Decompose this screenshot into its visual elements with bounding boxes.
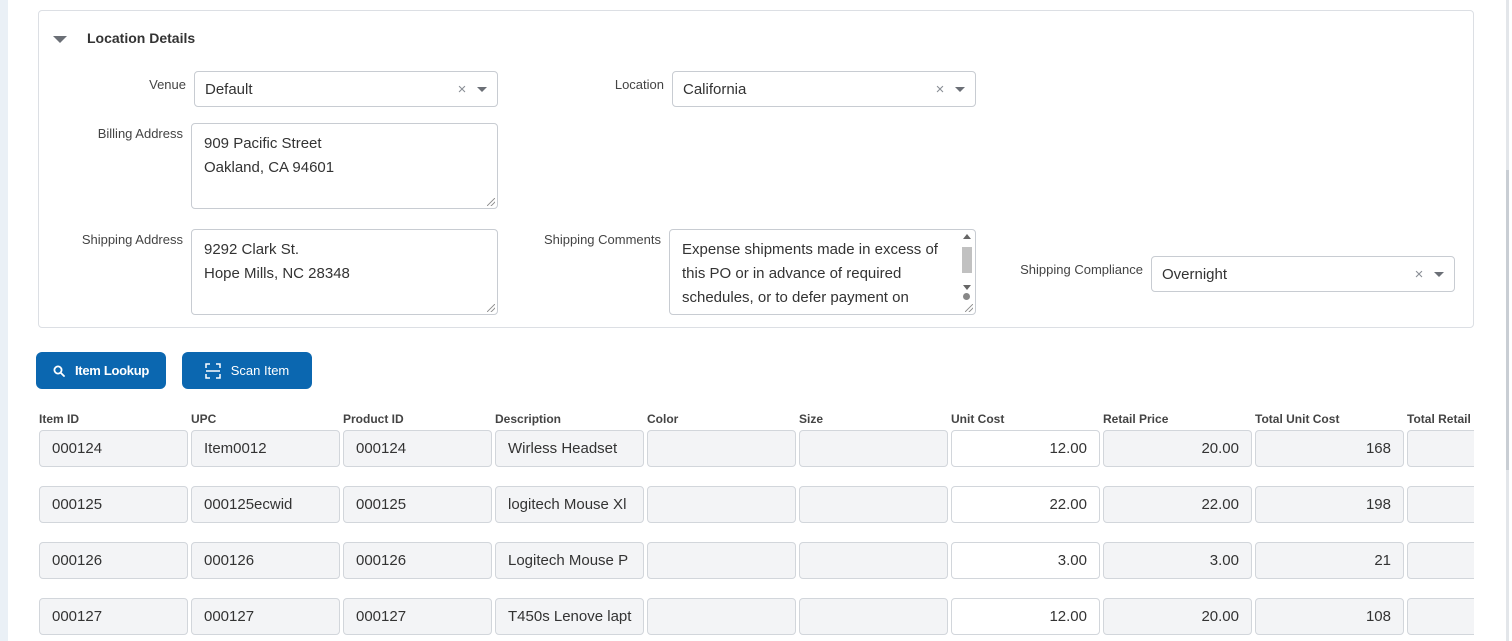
cell-retail-price: 22.00 bbox=[1103, 486, 1252, 523]
page: Location Details Venue Default × Locatio… bbox=[8, 0, 1498, 641]
cell-product-id: 000127 bbox=[343, 598, 492, 635]
cell-total-unit-cost: 168 bbox=[1255, 430, 1404, 467]
billing-address-label: Billing Address bbox=[97, 126, 183, 141]
scan-item-label: Scan Item bbox=[230, 363, 290, 378]
venue-clear-icon[interactable]: × bbox=[455, 81, 469, 98]
textarea-scrollbar[interactable] bbox=[960, 231, 974, 313]
cell-retail-price: 3.00 bbox=[1103, 542, 1252, 579]
scroll-thumb[interactable] bbox=[962, 247, 972, 273]
shipping-comments-label: Shipping Comments bbox=[543, 232, 661, 247]
location-select[interactable]: California × bbox=[672, 71, 976, 107]
cell-item-id: 000127 bbox=[39, 598, 188, 635]
search-icon bbox=[53, 365, 65, 377]
billing-address-line-2: Oakland, CA 94601 bbox=[204, 159, 335, 176]
cell-product-id: 000125 bbox=[343, 486, 492, 523]
cell-total-unit-cost: 108 bbox=[1255, 598, 1404, 635]
shipping-address-line-2: Hope Mills, NC 28348 bbox=[204, 265, 350, 282]
location-value: California bbox=[683, 80, 747, 98]
scroll-up-icon[interactable] bbox=[963, 234, 971, 239]
resize-handle-icon[interactable] bbox=[487, 304, 495, 312]
items-grid: 000124 Item0012 000124 Wirless Headset 1… bbox=[38, 404, 1474, 641]
billing-address-textarea[interactable]: 909 Pacific Street Oakland, CA 94601 bbox=[191, 123, 498, 209]
cell-upc: 000126 bbox=[191, 542, 340, 579]
location-clear-icon[interactable]: × bbox=[933, 81, 947, 98]
cell-total-unit-cost: 21 bbox=[1255, 542, 1404, 579]
scan-item-button[interactable]: Scan Item bbox=[182, 352, 312, 389]
cell-retail-price: 20.00 bbox=[1103, 430, 1252, 467]
scrollbar-thumb[interactable] bbox=[1506, 170, 1509, 470]
caret-down-icon[interactable] bbox=[53, 35, 67, 43]
cell-color bbox=[647, 430, 796, 467]
cell-upc: 000127 bbox=[191, 598, 340, 635]
cell-product-id: 000126 bbox=[343, 542, 492, 579]
location-label: Location bbox=[614, 77, 664, 92]
cell-unit-cost-input[interactable]: 12.00 bbox=[951, 598, 1100, 635]
cell-description: Wirless Headset bbox=[495, 430, 644, 467]
cell-item-id: 000126 bbox=[39, 542, 188, 579]
shipping-comments-line-3: schedules, or to defer payment on bbox=[682, 289, 909, 306]
cell-total-unit-cost: 198 bbox=[1255, 486, 1404, 523]
cell-upc: Item0012 bbox=[191, 430, 340, 467]
cell-item-id: 000125 bbox=[39, 486, 188, 523]
cell-product-id: 000124 bbox=[343, 430, 492, 467]
shipping-address-textarea[interactable]: 9292 Clark St. Hope Mills, NC 28348 bbox=[191, 229, 498, 315]
page-scrollbar[interactable] bbox=[1498, 0, 1512, 641]
shipping-comments-textarea[interactable]: Expense shipments made in excess of this… bbox=[669, 229, 976, 315]
cell-size bbox=[799, 486, 948, 523]
location-chevron-down-icon[interactable] bbox=[955, 86, 965, 92]
shipping-compliance-clear-icon[interactable]: × bbox=[1412, 266, 1426, 283]
resize-handle-icon[interactable] bbox=[965, 304, 973, 312]
cell-size bbox=[799, 542, 948, 579]
item-lookup-button[interactable]: Item Lookup bbox=[36, 352, 166, 389]
cell-unit-cost-input[interactable]: 22.00 bbox=[951, 486, 1100, 523]
venue-label: Venue bbox=[149, 77, 186, 92]
shipping-address-label: Shipping Address bbox=[81, 232, 183, 247]
venue-select[interactable]: Default × bbox=[194, 71, 498, 107]
cell-description: Logitech Mouse P bbox=[495, 542, 644, 579]
scroll-down-icon[interactable] bbox=[963, 285, 971, 290]
shipping-comments-line-2: this PO or in advance of required bbox=[682, 265, 902, 282]
cell-unit-cost-input[interactable]: 12.00 bbox=[951, 430, 1100, 467]
cell-upc: 000125ecwid bbox=[191, 486, 340, 523]
scan-icon bbox=[204, 362, 221, 379]
panel-title: Location Details bbox=[87, 30, 196, 46]
cell-color bbox=[647, 486, 796, 523]
scroll-dot-icon bbox=[963, 293, 970, 300]
shipping-compliance-value: Overnight bbox=[1162, 265, 1228, 283]
cell-total-retail bbox=[1407, 598, 1474, 635]
shipping-compliance-chevron-down-icon[interactable] bbox=[1434, 271, 1444, 277]
cell-retail-price: 20.00 bbox=[1103, 598, 1252, 635]
shipping-address-line-1: 9292 Clark St. bbox=[204, 241, 300, 258]
shipping-comments-line-1: Expense shipments made in excess of bbox=[682, 241, 938, 258]
cell-total-retail bbox=[1407, 542, 1474, 579]
venue-chevron-down-icon[interactable] bbox=[477, 86, 487, 92]
venue-value: Default bbox=[205, 80, 253, 98]
item-lookup-label: Item Lookup bbox=[75, 363, 149, 378]
cell-item-id: 000124 bbox=[39, 430, 188, 467]
cell-total-retail bbox=[1407, 486, 1474, 523]
resize-handle-icon[interactable] bbox=[487, 198, 495, 206]
cell-total-retail bbox=[1407, 430, 1474, 467]
cell-color bbox=[647, 598, 796, 635]
billing-address-line-1: 909 Pacific Street bbox=[204, 135, 322, 152]
cell-description: T450s Lenove lapt bbox=[495, 598, 644, 635]
cell-size bbox=[799, 430, 948, 467]
shipping-compliance-select[interactable]: Overnight × bbox=[1151, 256, 1455, 292]
cell-unit-cost-input[interactable]: 3.00 bbox=[951, 542, 1100, 579]
cell-color bbox=[647, 542, 796, 579]
shipping-compliance-label: Shipping Compliance bbox=[1020, 262, 1143, 277]
cell-size bbox=[799, 598, 948, 635]
panel-header[interactable]: Location Details bbox=[53, 29, 195, 47]
cell-description: logitech Mouse Xl bbox=[495, 486, 644, 523]
